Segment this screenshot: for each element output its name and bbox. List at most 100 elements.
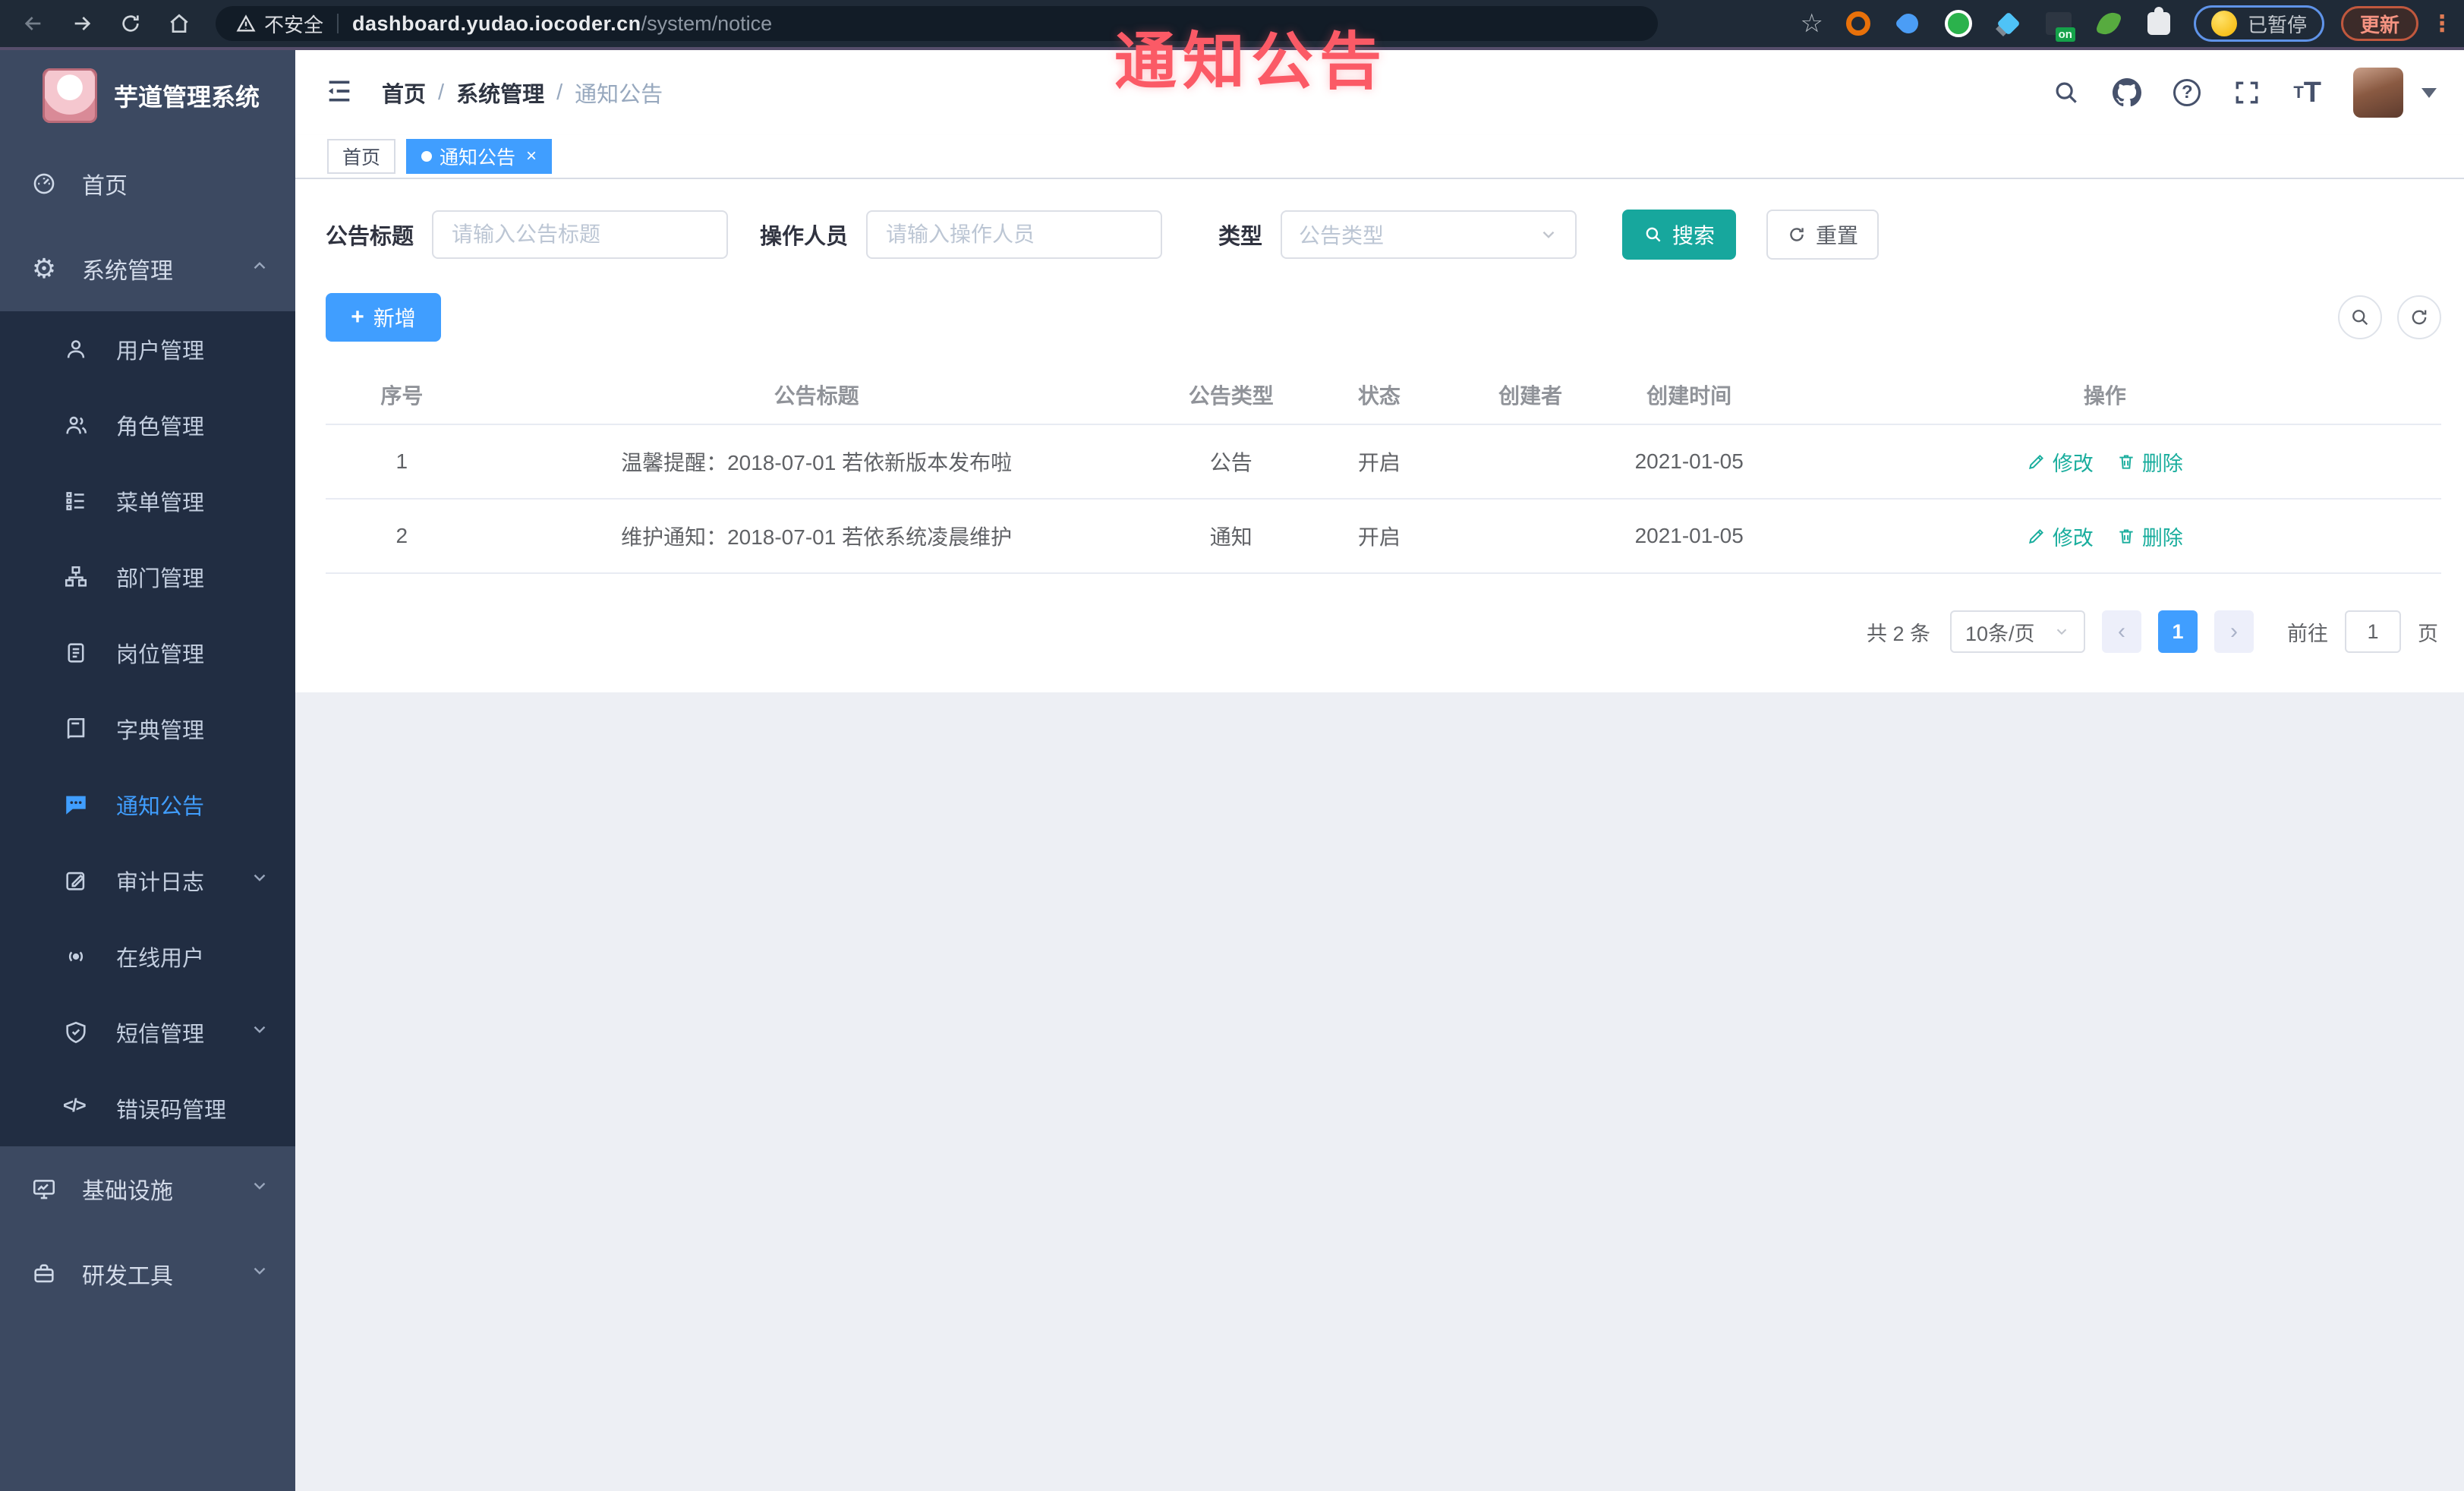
paused-label: 已暂停 [2247, 13, 2307, 36]
sidebar-item-notice[interactable]: 通知公告 [0, 767, 295, 843]
title-label: 公告标题 [326, 225, 414, 249]
filter-operator-group: 操作人员 [760, 210, 1163, 259]
forward-icon[interactable] [67, 8, 97, 39]
page-background [295, 692, 2464, 1491]
home-icon[interactable] [164, 8, 194, 39]
emoji-avatar [2210, 11, 2237, 36]
dashboard-icon [30, 170, 58, 197]
sidebar-item-users[interactable]: 用户管理 [0, 311, 295, 387]
trash-icon [2119, 455, 2133, 469]
refresh-table-button[interactable] [2397, 295, 2441, 339]
page-unit: 页 [2418, 622, 2438, 645]
refresh-icon [2412, 310, 2427, 325]
table-toolbar: + 新增 [326, 293, 2441, 342]
message-icon [63, 792, 89, 818]
breadcrumb-home[interactable]: 首页 [382, 77, 426, 109]
reset-button[interactable]: 重置 [1766, 210, 1880, 260]
search-button[interactable]: 搜索 [1622, 210, 1737, 260]
update-button[interactable]: 更新 [2340, 6, 2418, 41]
on-badge: on [2055, 27, 2075, 42]
pagination: 共 2 条 10条/页 ‹ 1 › 前往 页 [326, 610, 2441, 653]
sidebar-item-home[interactable]: 首页 [0, 141, 295, 226]
delete-link[interactable]: 删除 [2116, 522, 2183, 551]
extension-switch-icon[interactable]: on [2043, 8, 2075, 42]
extension-pin-icon[interactable] [1893, 8, 1924, 39]
sidebar-item-devtools[interactable]: 研发工具 [0, 1231, 295, 1316]
logo[interactable]: 芋道管理系统 [0, 50, 295, 141]
navbar-actions: ? TT [2052, 68, 2437, 118]
sidebar-item-roles[interactable]: 角色管理 [0, 387, 295, 463]
sidebar-item-system[interactable]: ⚙ 系统管理 [0, 226, 295, 311]
sidebar: 芋道管理系统 首页 ⚙ 系统管理 用户管理 角色管理 菜单管理 部门管理 岗位管… [0, 50, 295, 1491]
book-icon [63, 716, 89, 742]
extension-ring-icon[interactable] [1843, 8, 1873, 39]
sidebar-item-label: 系统管理 [82, 259, 173, 284]
sidebar-item-depts[interactable]: 部门管理 [0, 539, 295, 615]
url-host: dashboard.yudao.iocoder.cn [352, 11, 641, 35]
edit-link[interactable]: 修改 [2027, 522, 2094, 551]
extension-gem-icon[interactable] [1993, 8, 2024, 39]
reload-icon[interactable] [115, 8, 146, 39]
security-label: 不安全 [264, 13, 324, 36]
signal-icon [63, 944, 89, 969]
sidebar-item-sms[interactable]: 短信管理 [0, 995, 295, 1070]
active-dot [421, 151, 433, 162]
sidebar-item-audit[interactable]: 审计日志 [0, 843, 295, 919]
sidebar-item-menus[interactable]: 菜单管理 [0, 463, 295, 539]
prev-page-button[interactable]: ‹ [2102, 610, 2141, 653]
back-icon[interactable] [18, 8, 49, 39]
search-icon [1646, 227, 1661, 242]
user-avatar[interactable] [2353, 68, 2403, 118]
add-button[interactable]: + 新增 [326, 293, 441, 342]
sidebar-item-infra[interactable]: 基础设施 [0, 1146, 295, 1231]
sitemap-icon [63, 564, 89, 590]
sidebar-item-dict[interactable]: 字典管理 [0, 691, 295, 767]
sidebar-item-label: 研发工具 [82, 1264, 173, 1289]
sidebar-item-online[interactable]: 在线用户 [0, 919, 295, 995]
sidebar-item-posts[interactable]: 岗位管理 [0, 615, 295, 691]
type-select[interactable]: 公告类型 [1281, 210, 1577, 259]
tag-home[interactable]: 首页 [327, 139, 396, 174]
title-input[interactable] [432, 210, 729, 259]
sidebar-item-errorcode[interactable]: </> 错误码管理 [0, 1070, 295, 1146]
search-icon[interactable] [2052, 78, 2081, 107]
browser-menu-icon[interactable]: ⋮ [2431, 11, 2453, 37]
extension-leaf-icon[interactable] [2094, 8, 2124, 39]
delete-link[interactable]: 删除 [2116, 447, 2183, 477]
help-icon[interactable]: ? [2173, 79, 2201, 106]
collapse-menu-icon[interactable] [324, 76, 354, 110]
bookmark-star-icon[interactable]: ☆ [1800, 8, 1823, 39]
system-submenu: 用户管理 角色管理 菜单管理 部门管理 岗位管理 字典管理 通知公告 审计日志 … [0, 311, 295, 1146]
address-bar[interactable]: 不安全 dashboard.yudao.iocoder.cn /system/n… [216, 6, 1658, 41]
user-icon [63, 336, 89, 362]
goto-label: 前往 [2287, 622, 2328, 645]
goto-page-input[interactable] [2345, 610, 2401, 653]
toggle-search-button[interactable] [2338, 295, 2382, 339]
page-size-select[interactable]: 10条/页 [1950, 610, 2085, 653]
shield-icon [63, 1020, 89, 1045]
current-page[interactable]: 1 [2158, 610, 2198, 653]
extensions-puzzle-icon[interactable] [2144, 8, 2174, 39]
operator-input[interactable] [866, 210, 1163, 259]
fullscreen-icon[interactable] [2232, 78, 2261, 107]
close-icon[interactable]: × [526, 146, 537, 167]
users-icon [63, 412, 89, 438]
pencil-icon [2028, 529, 2043, 544]
list-icon [63, 488, 89, 514]
github-icon[interactable] [2113, 78, 2142, 107]
edit-link[interactable]: 修改 [2027, 447, 2094, 477]
screen: 不安全 dashboard.yudao.iocoder.cn /system/n… [0, 0, 2464, 1491]
next-page-button[interactable]: › [2214, 610, 2254, 653]
briefcase-icon [30, 1260, 58, 1288]
app: 芋道管理系统 首页 ⚙ 系统管理 用户管理 角色管理 菜单管理 部门管理 岗位管… [0, 50, 2464, 1491]
filter-title-group: 公告标题 [326, 210, 729, 259]
extension-green-icon[interactable] [1943, 8, 1974, 39]
table-header: 序号 公告标题 公告类型 状态 创建者 创建时间 操作 [326, 366, 2441, 425]
profile-paused-chip[interactable]: 已暂停 [2193, 5, 2324, 42]
font-size-icon[interactable]: TT [2293, 78, 2321, 107]
annotation-title: 通知公告 [1114, 27, 1388, 96]
caret-down-icon[interactable] [2421, 87, 2437, 98]
code-icon: </> [63, 1095, 87, 1116]
breadcrumb-system[interactable]: 系统管理 [456, 77, 544, 109]
tag-notice[interactable]: 通知公告 × [406, 139, 553, 174]
